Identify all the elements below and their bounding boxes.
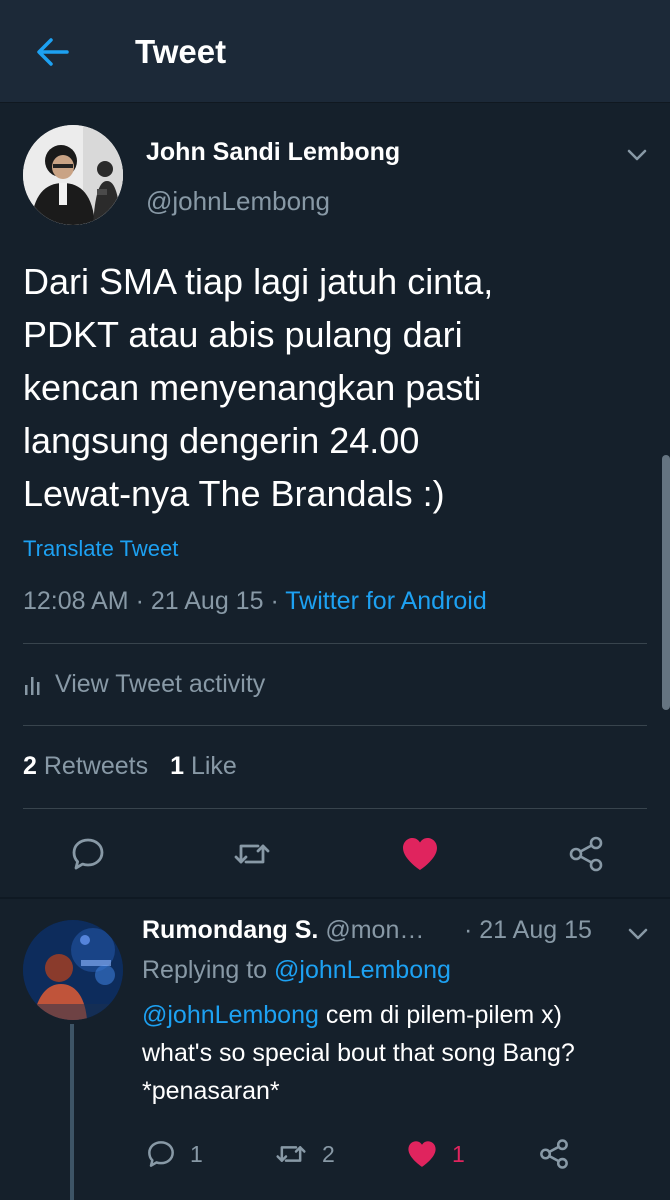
divider [23, 808, 647, 809]
share-button[interactable] [564, 832, 608, 876]
replying-to-mention-link[interactable]: @johnLembong [274, 956, 451, 984]
divider [0, 897, 670, 899]
chevron-down-icon [628, 928, 648, 940]
author-handle[interactable]: @johnLembong [146, 186, 330, 217]
reply-author-name[interactable]: Rumondang S. [142, 916, 318, 944]
replying-to-label: Replying to [142, 956, 268, 984]
top-app-bar: Tweet [0, 0, 670, 103]
bar-chart-icon [25, 676, 40, 695]
tweet-text-line: Lewat-nya The Brandals :) [23, 473, 445, 514]
reply-author-avatar[interactable] [23, 920, 123, 1020]
reply-retweet-button[interactable]: 2 [274, 1136, 335, 1172]
tweet-stats: 2 Retweets 1 Like [23, 752, 237, 781]
retweets-stat[interactable]: 2 Retweets [23, 752, 148, 780]
reply-date: · 21 Aug 15 [464, 916, 592, 944]
back-button[interactable] [30, 32, 74, 72]
replying-to: Replying to @johnLembong [142, 956, 451, 985]
meta-separator: · [135, 587, 151, 615]
reply-like-button[interactable]: 1 [406, 1136, 465, 1172]
share-icon [569, 836, 603, 872]
reply-options-button[interactable] [624, 920, 652, 948]
retweet-icon [234, 844, 270, 864]
tweet-options-button[interactable] [622, 140, 652, 170]
author-name[interactable]: John Sandi Lembong [146, 138, 400, 167]
reply-text-line: *penasaran* [142, 1077, 280, 1105]
like-count: 1 [170, 752, 184, 780]
author-avatar[interactable] [23, 125, 123, 225]
reply-share-button[interactable] [538, 1136, 570, 1172]
view-tweet-activity-button[interactable]: View Tweet activity [23, 670, 265, 699]
like-label: Like [190, 752, 237, 780]
reply-text-line: what's so special bout that song Bang? [142, 1039, 575, 1067]
retweets-label: Retweets [43, 752, 149, 780]
arrow-left-icon [37, 38, 69, 66]
reply-count: 1 [190, 1140, 203, 1167]
page-title: Tweet [135, 33, 227, 70]
tweet-text-line: langsung dengerin 24.00 [23, 420, 420, 461]
reply-retweet-count: 2 [322, 1140, 335, 1167]
translate-tweet-link[interactable]: Translate Tweet [23, 536, 178, 562]
like-button[interactable] [398, 832, 442, 876]
retweet-count: 2 [23, 752, 37, 780]
heart-icon [403, 838, 437, 870]
mention-link[interactable]: @johnLembong [142, 1001, 319, 1029]
divider [23, 725, 647, 726]
avatar-photo [23, 920, 123, 1020]
chevron-down-icon [627, 149, 647, 161]
meta-separator: · [270, 587, 286, 615]
divider [23, 643, 647, 644]
reply-text-fragment: cem di pilem-pilem x) [318, 1001, 563, 1029]
thread-connector-line [70, 1024, 74, 1200]
tweet-source-link[interactable]: Twitter for Android [285, 587, 486, 615]
reply-text: @johnLembong cem di pilem-pilem x) what'… [142, 996, 642, 1110]
reply-author-handle[interactable]: @mon… [325, 916, 424, 944]
tweet-meta: 12:08 AM · 21 Aug 15 · Twitter for Andro… [23, 587, 487, 616]
reply-reply-button[interactable]: 1 [146, 1136, 203, 1172]
tweet-text-line: kencan menyenangkan pasti [23, 367, 482, 408]
reply-icon [72, 838, 104, 870]
reply-text-line: @johnLembong cem di pilem-pilem x) [142, 996, 642, 1034]
tweet-text-line: Dari SMA tiap lagi jatuh cinta, [23, 261, 494, 302]
reply-button[interactable] [66, 832, 110, 876]
retweet-icon [276, 1146, 306, 1162]
reply-icon [148, 1141, 174, 1167]
retweet-button[interactable] [230, 832, 274, 876]
avatar-photo [23, 125, 123, 225]
share-icon [540, 1139, 568, 1169]
tweet-text: Dari SMA tiap lagi jatuh cinta, PDKT ata… [23, 255, 623, 520]
scrollbar-thumb[interactable] [662, 455, 670, 710]
view-tweet-activity-label: View Tweet activity [55, 670, 266, 698]
heart-icon [408, 1141, 436, 1167]
tweet-text-line: PDKT atau abis pulang dari [23, 314, 463, 355]
likes-stat[interactable]: 1 Like [170, 752, 237, 780]
tweet-time: 12:08 AM [23, 587, 129, 615]
reply-like-count: 1 [452, 1140, 465, 1167]
reply-header: Rumondang S. @mon… [142, 916, 424, 945]
tweet-date: 21 Aug 15 [150, 587, 264, 615]
